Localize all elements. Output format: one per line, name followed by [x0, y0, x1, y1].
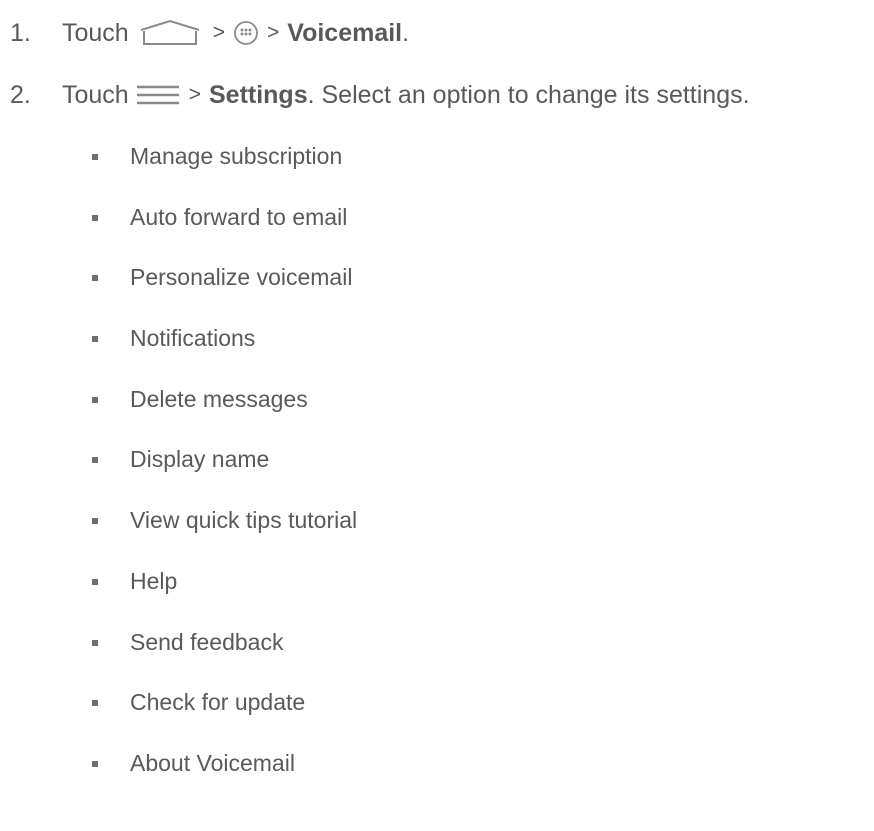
- step-2: 2. Touch > Settings . Select an option t…: [10, 80, 750, 110]
- bullet-icon: [92, 760, 98, 767]
- step-number: 2.: [10, 81, 31, 109]
- bullet-icon: [92, 578, 98, 585]
- apps-icon: [233, 20, 259, 46]
- bullet-icon: [92, 275, 98, 282]
- bullet-icon: [92, 700, 98, 707]
- separator: >: [188, 83, 201, 106]
- separator: >: [266, 21, 280, 44]
- bullet-icon: [92, 154, 98, 160]
- option-label: Delete messages: [130, 385, 308, 412]
- bullet-icon: [92, 457, 98, 464]
- menu-icon: [135, 83, 181, 107]
- option-label: Personalize voicemail: [130, 264, 353, 291]
- option-label: Display name: [130, 446, 270, 473]
- separator: >: [212, 21, 225, 44]
- step-number: 1.: [10, 19, 31, 47]
- option-label: Notifications: [130, 325, 256, 352]
- option-label: About Voicemail: [130, 749, 295, 776]
- option-label: Check for update: [130, 689, 306, 716]
- bullet-icon: [92, 336, 98, 343]
- home-icon: [135, 18, 205, 48]
- step-end: .: [402, 19, 410, 47]
- bullet-icon: [92, 639, 98, 646]
- bullet-icon: [92, 214, 98, 221]
- step-verb: Touch: [62, 19, 129, 47]
- option-label: Send feedback: [130, 628, 284, 655]
- option-label: Auto forward to email: [130, 203, 348, 230]
- step-rest: . Select an option to change its setting…: [307, 81, 750, 109]
- option-label: Manage subscription: [130, 143, 343, 169]
- option-label: Help: [130, 567, 178, 594]
- settings-target: Settings: [208, 81, 308, 109]
- step-verb: Touch: [62, 81, 129, 109]
- option-label: View quick tips tutorial: [130, 507, 358, 534]
- step-1: 1. Touch > > Voicemail .: [10, 18, 409, 48]
- bullet-icon: [92, 396, 98, 403]
- bullet-icon: [92, 518, 98, 525]
- voicemail-target: Voicemail: [287, 19, 403, 47]
